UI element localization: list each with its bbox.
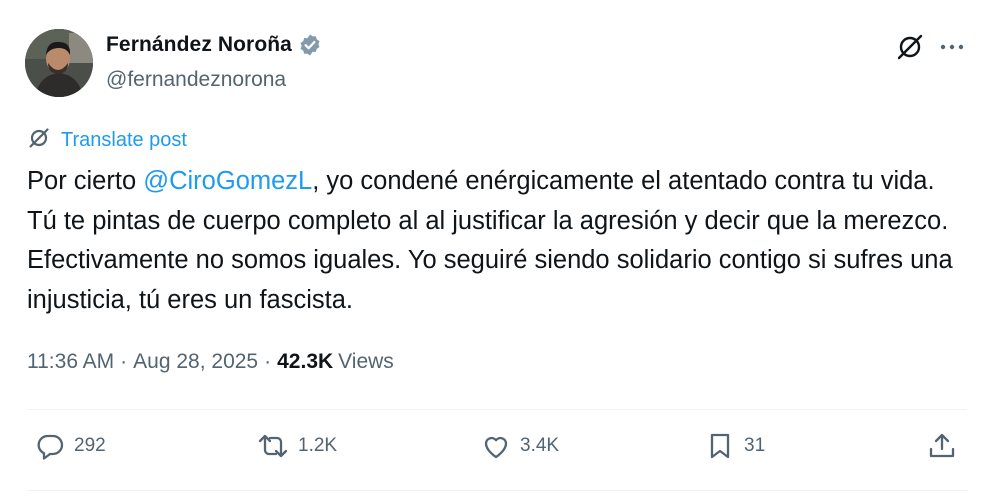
like-button[interactable]: 3.4K xyxy=(480,430,559,462)
repost-count: 1.2K xyxy=(298,435,338,456)
divider xyxy=(27,490,967,491)
author-handle[interactable]: @fernandeznorona xyxy=(106,68,286,92)
post-meta: 11:36 AM · Aug 28, 2025 · 42.3K Views xyxy=(27,350,394,374)
grok-icon[interactable] xyxy=(894,31,926,63)
share-button[interactable] xyxy=(926,430,958,462)
divider xyxy=(27,409,967,410)
repost-icon xyxy=(256,430,290,462)
post-text: Por cierto @CiroGomezL, yo condené enérg… xyxy=(27,162,967,320)
bookmark-icon xyxy=(704,430,736,462)
meta-separator: · xyxy=(264,350,272,373)
views-label: Views xyxy=(338,350,394,373)
bookmark-button[interactable]: 31 xyxy=(704,430,765,462)
reply-button[interactable]: 292 xyxy=(34,430,106,462)
like-count: 3.4K xyxy=(520,435,560,456)
avatar[interactable] xyxy=(25,29,93,97)
repost-button[interactable]: 1.2K xyxy=(256,430,337,462)
meta-separator: · xyxy=(120,350,128,373)
mention-link[interactable]: @CiroGomezL xyxy=(143,167,312,195)
share-icon xyxy=(926,430,958,462)
translate-post-button[interactable]: Translate post xyxy=(27,126,187,155)
translate-icon xyxy=(27,126,51,155)
post-date[interactable]: Aug 28, 2025 xyxy=(133,350,258,374)
translate-post-label: Translate post xyxy=(61,129,187,151)
bookmark-count: 31 xyxy=(744,435,766,456)
views-count[interactable]: 42.3K xyxy=(277,350,333,374)
post-time[interactable]: 11:36 AM xyxy=(27,350,114,374)
author-display-name[interactable]: Fernández Noroña xyxy=(106,33,292,57)
verified-badge-icon[interactable] xyxy=(298,33,322,57)
post-card: Fernández Noroña @fernandeznorona Transl… xyxy=(0,0,992,500)
more-icon[interactable] xyxy=(938,33,966,61)
like-icon xyxy=(480,430,512,462)
author-name-row: Fernández Noroña xyxy=(106,33,322,57)
reply-count: 292 xyxy=(74,435,106,456)
post-text-before: Por cierto xyxy=(27,167,144,195)
reply-icon xyxy=(34,430,66,462)
